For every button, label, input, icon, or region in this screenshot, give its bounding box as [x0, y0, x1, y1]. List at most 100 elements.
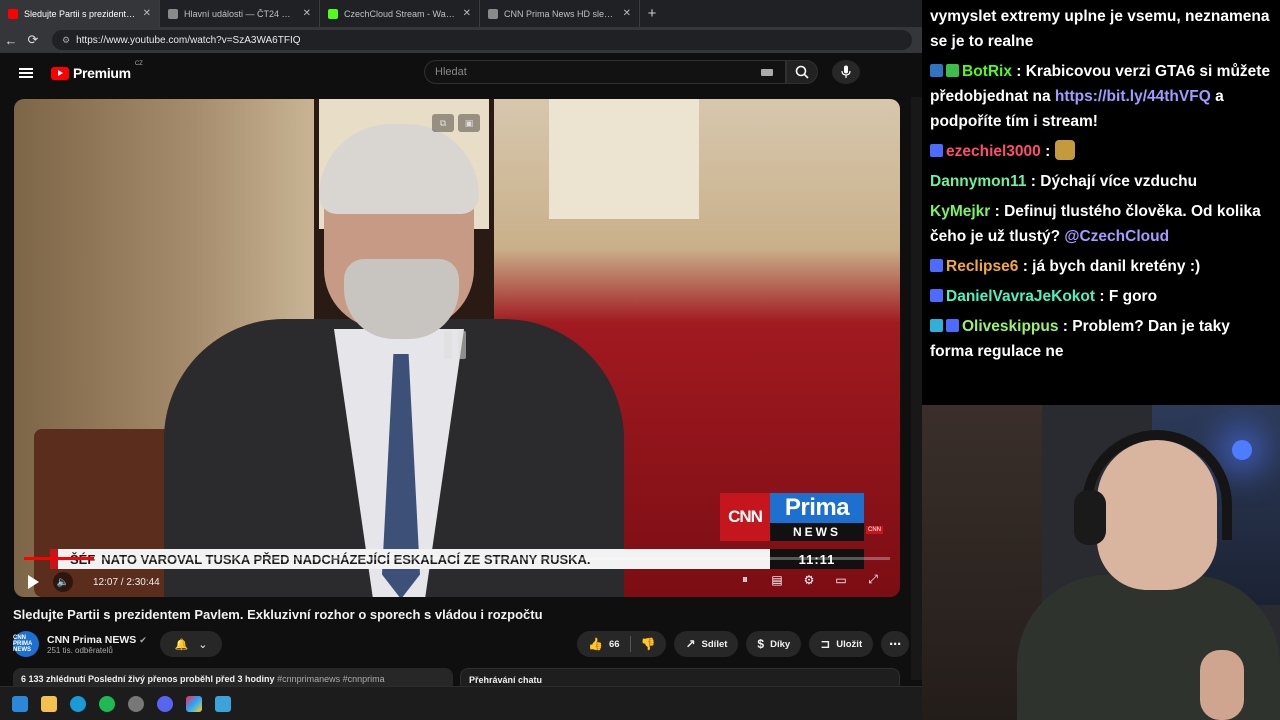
youtube-header: Premium CZ Hledat — [0, 53, 922, 93]
discord-icon[interactable] — [157, 695, 173, 712]
spotify-icon[interactable] — [99, 695, 115, 712]
autoplay-toggle[interactable]: ⏸ — [736, 572, 754, 587]
chat-text: Dýchají více vzduchu — [1040, 173, 1198, 190]
address-bar-row: ← ⟳ ⚙ https://www.youtube.com/watch?v=Sz… — [0, 27, 922, 53]
reload-icon[interactable]: ⟳ — [22, 32, 44, 48]
bookmark-icon: ⊐ — [820, 637, 831, 651]
tab-close-icon[interactable]: ✕ — [143, 8, 151, 19]
cnn-logo: CNN — [720, 493, 770, 541]
country-code: CZ — [134, 61, 143, 67]
chat-message: ezechiel3000 : — [930, 139, 1272, 164]
more-actions-button[interactable]: ⋯ — [881, 631, 910, 657]
save-label: Uložit — [836, 638, 863, 650]
stream-chat: vymyslet extremy uplne je vsemu, nezname… — [922, 0, 1280, 405]
paused-indicator-icon — [444, 331, 466, 359]
chat-badge-icon — [930, 64, 943, 77]
video-player[interactable]: ⧉ ▣ CNN Prima NEWS CNN ŠÉF NATO VAROVAL … — [14, 99, 900, 597]
pip-icon[interactable]: ⧉ — [432, 114, 454, 132]
subscription-bell-button[interactable]: 🔔 ⌄ — [160, 631, 222, 657]
more-icon: ⋯ — [889, 637, 902, 651]
subscriber-count: 251 tis. odběratelů — [47, 645, 113, 655]
browser-tab[interactable]: Hlavní události — ČT24 — Česká ✕ — [160, 0, 320, 27]
miniplayer-icon[interactable]: ▭ — [832, 573, 850, 587]
prima-logo: Prima — [770, 493, 864, 523]
chat-message: DanielVavraJeKokot : F goro — [930, 284, 1272, 309]
windows-start-icon[interactable] — [12, 695, 28, 712]
webcam-feed — [922, 405, 1280, 720]
chat-emote-icon — [1054, 140, 1075, 160]
menu-icon[interactable] — [19, 66, 33, 80]
chat-username[interactable]: KyMejkr — [930, 203, 990, 220]
colorful-app-icon[interactable] — [186, 695, 202, 712]
tab-title: CzechCloud Stream - Watch Live — [344, 8, 457, 19]
video-person — [164, 124, 624, 597]
thanks-button[interactable]: $ Díky — [746, 631, 802, 657]
time-display: 12:07 / 2:30:44 — [93, 576, 160, 588]
back-icon[interactable]: ← — [0, 33, 22, 48]
subtitles-icon[interactable]: ▤ — [768, 573, 786, 587]
chat-message: Dannymon11 : Dýchají více vzduchu — [930, 173, 1198, 190]
search-input[interactable]: Hledat — [424, 60, 786, 84]
streamer-hand — [1200, 650, 1244, 720]
channel-name[interactable]: CNN Prima NEWS ✔ — [47, 634, 147, 646]
fullscreen-icon[interactable]: ⤢ — [864, 572, 882, 587]
logo-text: Premium — [73, 65, 131, 81]
chat-username[interactable]: Reclipse6 — [946, 258, 1018, 275]
chat-username[interactable]: DanielVavraJeKokot — [946, 288, 1095, 305]
browser-tab[interactable]: CNN Prima News HD sledujte onl ✕ — [480, 0, 640, 27]
hashtags[interactable]: #cnnprimanews #cnnprima — [277, 674, 385, 684]
channel-info: CNN PRIMA NEWS CNN Prima NEWS ✔ 251 tis.… — [13, 631, 147, 657]
chat-username[interactable]: Dannymon11 — [930, 173, 1026, 190]
browser-tab[interactable]: Sledujte Partii s prezidentem ✕ — [0, 0, 160, 27]
save-button[interactable]: ⊐ Uložit — [809, 631, 874, 657]
tab-title: Sledujte Partii s prezidentem — [24, 8, 137, 19]
play-button[interactable] — [28, 575, 39, 589]
tab-favicon-icon — [8, 8, 18, 19]
notepad-icon[interactable] — [215, 695, 231, 712]
tab-close-icon[interactable]: ✕ — [303, 8, 311, 19]
like-button[interactable]: 👍 66 👎 — [577, 631, 667, 657]
tab-close-icon[interactable]: ✕ — [623, 8, 631, 19]
chat-mention[interactable]: @CzechCloud — [1064, 228, 1169, 245]
site-info-icon[interactable]: ⚙ — [62, 35, 70, 46]
share-button[interactable]: ↗ Sdílet — [674, 631, 739, 657]
bell-icon: 🔔 — [174, 638, 189, 651]
view-stats: 6 133 zhlédnutí Poslední živý přenos pro… — [21, 674, 275, 684]
chrome-icon[interactable] — [128, 695, 144, 712]
file-explorer-icon[interactable] — [41, 695, 57, 712]
cast-icon[interactable]: ▣ — [458, 114, 480, 132]
chat-badge-icon — [930, 289, 943, 302]
share-icon: ↗ — [685, 637, 696, 651]
settings-icon[interactable]: ⚙ — [800, 573, 818, 587]
browser-tabbar: Sledujte Partii s prezidentem ✕ Hlavní udá… — [0, 0, 922, 27]
search-button[interactable] — [786, 60, 818, 84]
search-placeholder: Hledat — [435, 66, 467, 78]
chat-username[interactable]: Oliveskippus — [962, 318, 1058, 335]
voice-search-button[interactable] — [832, 60, 860, 84]
browser-tab[interactable]: CzechCloud Stream - Watch Live ✕ — [320, 0, 480, 27]
chat-message: Reclipse6 : já bych danil kretény :) — [930, 254, 1272, 279]
right-scroll-strip — [911, 97, 922, 680]
tab-close-icon[interactable]: ✕ — [463, 8, 471, 19]
tab-favicon-icon — [168, 8, 178, 19]
chat-username[interactable]: BotRix — [962, 63, 1012, 80]
blue-lamp — [1232, 440, 1252, 460]
video-actions: 👍 66 👎 ↗ Sdílet $ Díky ⊐ Uložit ⋯ — [577, 631, 910, 657]
progress-fill — [24, 557, 94, 560]
player-right-controls: ⏸ ▤ ⚙ ▭ ⤢ — [736, 572, 882, 587]
keyboard-icon[interactable] — [761, 68, 773, 76]
new-tab-button[interactable]: + — [640, 0, 664, 27]
url-field[interactable]: ⚙ https://www.youtube.com/watch?v=SzA3WA… — [52, 30, 912, 50]
progress-bar[interactable] — [24, 557, 890, 560]
tab-title: Hlavní události — ČT24 — Česká — [184, 8, 297, 19]
windows-taskbar — [0, 686, 922, 720]
search-icon — [795, 65, 809, 79]
chat-link[interactable]: https://bit.ly/44thVFQ — [1055, 88, 1211, 105]
thumbs-down-icon[interactable]: 👎 — [641, 637, 656, 651]
channel-avatar[interactable]: CNN PRIMA NEWS — [13, 631, 39, 657]
edge-icon[interactable] — [70, 695, 86, 712]
volume-button[interactable]: 🔈 — [53, 572, 73, 592]
youtube-logo[interactable]: Premium CZ — [51, 61, 143, 81]
video-title: Sledujte Partii s prezidentem Pavlem. Ex… — [13, 607, 543, 622]
chat-username[interactable]: ezechiel3000 — [946, 143, 1041, 160]
